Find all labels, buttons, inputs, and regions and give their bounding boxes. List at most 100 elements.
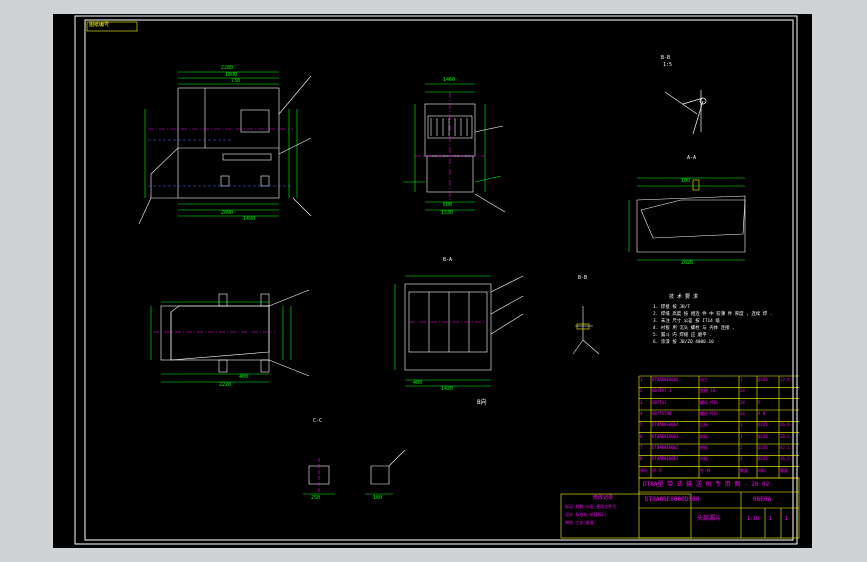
dim-section-length: 2020: [681, 260, 694, 266]
table-cell: 28.5: [780, 433, 790, 439]
table-cell: DT8A08E0004: [652, 422, 679, 428]
table-cell: 5: [758, 399, 761, 405]
note-line: 3. 未注 尺寸 公差 按 IT14 级 .: [653, 319, 726, 324]
dim-plan-offset: 400: [239, 374, 249, 380]
table-cell: Q235: [758, 445, 768, 450]
table-cell: 衬板: [700, 456, 708, 462]
section-label-e: C-C: [313, 418, 323, 424]
revision-row: 标记 处数 分区 更改文件号: [565, 504, 617, 509]
table-cell: 24: [740, 388, 745, 394]
section-label-d: B-B: [578, 275, 588, 281]
dim-side-top: 1460: [443, 77, 456, 83]
table-cell: 法兰: [700, 377, 708, 382]
table-cell: GB/T5780: [652, 411, 672, 416]
dim-plan-length: 2220: [219, 382, 232, 388]
table-cell: 7: [640, 445, 643, 450]
flange-detail: [572, 306, 600, 355]
table-cell: 16.3: [780, 456, 790, 462]
table-cell: Q235: [758, 422, 768, 428]
table-cell: Q235: [758, 456, 768, 462]
section-label-a: B-B: [661, 55, 671, 61]
drawing-number: DT8A08E0000D000: [645, 496, 700, 503]
dim-section-height: 100: [681, 178, 691, 184]
table-cell: 26.0: [780, 422, 790, 428]
dim-side-mid: 600: [443, 202, 453, 208]
table-cell: 2: [740, 445, 743, 450]
detail-scale: 1:5: [663, 62, 673, 68]
table-cell: 序号: [640, 467, 648, 473]
note-line: 5. 漏斗 内 焊缝 应 磨平 .: [653, 333, 712, 338]
dim-top-width: 2280: [221, 65, 234, 71]
table-cell: 后板: [700, 422, 708, 428]
dim-side-bottom: 1530: [441, 210, 454, 216]
section-label-c: B-A: [443, 257, 453, 263]
sheet-scale: 1:10: [747, 516, 760, 522]
table-cell: 垫圈 16: [700, 388, 716, 394]
note-line: 6. 涂漆 按 JB/ZQ 4000.10: [653, 340, 714, 345]
note-line: 1. 焊接 按 JB/T: [653, 305, 690, 310]
table-cell: 材料: [758, 467, 766, 473]
parts-table: 1 DT8A08E0005 法兰 1 Q235 12.4 2 GB/T97.1 垫圈 16 24 3…: [639, 376, 799, 478]
table-cell: 名 称: [700, 467, 711, 473]
table-cell: 12.4: [780, 377, 790, 382]
side-view: [403, 83, 506, 213]
table-cell: DT8A08E0001: [652, 456, 679, 462]
section-view: [628, 177, 746, 261]
table-cell: DT8A08E0005: [652, 377, 679, 382]
table-cell: GB/T41: [652, 399, 667, 405]
table-cell: DT8A08E0002: [652, 445, 679, 450]
table-cell: 数量: [740, 467, 748, 473]
notes-title: 技 术 要 求: [669, 294, 699, 300]
part-name: 头部漏斗: [697, 515, 722, 522]
table-cell: 3: [640, 399, 643, 405]
dim-h1: 730: [231, 78, 241, 84]
revision-row: 审核 工艺 批准: [565, 520, 594, 525]
table-cell: 代 号: [652, 467, 663, 473]
table-cell: 重量: [780, 467, 788, 473]
table-cell: 8: [640, 456, 643, 462]
revision-mark: 08E0A: [753, 496, 772, 503]
plan-view: [150, 289, 310, 383]
drawing-canvas: 图纸编号 2280 1800 730 2090 1490 1460 1530 6…: [53, 14, 812, 548]
front-view: [138, 71, 312, 225]
grid-view: [394, 275, 524, 387]
table-cell: 侧板: [700, 445, 708, 450]
table-cell: 1: [740, 422, 743, 428]
sheet-number: 1: [769, 516, 773, 522]
note-line: 2. 焊缝 高度 按 相连 件 中 较薄 件 厚度 , 连续 焊 .: [653, 312, 773, 317]
section-label-b: A-A: [687, 155, 697, 161]
table-cell: 24: [740, 411, 745, 416]
table-cell: 2: [640, 388, 643, 394]
stamp-label: 图纸编号: [89, 22, 110, 28]
table-cell: 1: [640, 377, 643, 382]
table-cell: 6: [640, 433, 643, 439]
dim-front-sub: 1490: [243, 216, 256, 222]
dim-front-total: 2090: [221, 210, 234, 216]
sheet-count: 1: [785, 516, 789, 522]
table-cell: 1: [740, 433, 743, 439]
table-cell: Q235: [758, 377, 768, 382]
revision-heading: 修改记录: [593, 495, 614, 501]
table-cell: 24: [740, 399, 745, 405]
table-cell: 4: [740, 456, 743, 462]
table-cell: GB/T97.1: [652, 388, 672, 394]
dim-grid-step: 400: [413, 380, 423, 386]
table-cell: 4: [640, 411, 643, 416]
bottom-details: [303, 449, 406, 495]
table-cell: 1: [740, 377, 743, 382]
table-cell: 4.8: [758, 411, 766, 416]
table-cell: Q235: [758, 433, 768, 439]
table-cell: 5: [640, 422, 643, 428]
table-cell: 螺母 M16: [700, 399, 718, 405]
table-cell: 前板: [700, 433, 708, 439]
dim-small-b: 160: [373, 495, 383, 501]
view-label: B向: [477, 399, 487, 406]
table-cell: 42.1: [780, 445, 790, 450]
note-line: 4. 衬板 用 沉头 螺栓 与 壳体 连接 .: [653, 326, 735, 331]
dim-small-a: 250: [311, 495, 321, 501]
detail-bracket: [664, 90, 707, 135]
table-cell: DT8A08E0003: [652, 433, 679, 439]
table-cell: 螺栓 M16: [700, 411, 718, 416]
revision-row: 设计 标准化 阶段标记: [565, 512, 606, 517]
dim-grid-width: 1420: [441, 386, 454, 392]
